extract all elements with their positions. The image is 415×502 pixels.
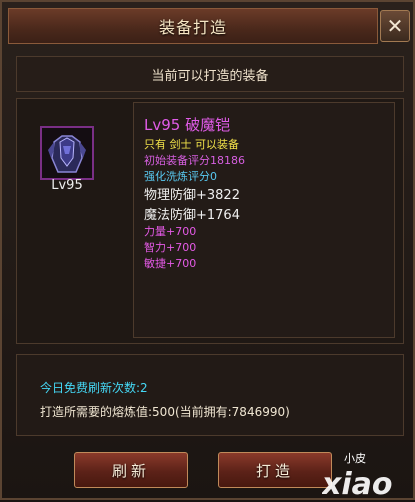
item-bonus-strength: 力量+700	[144, 225, 197, 238]
item-stat-physical-defense: 物理防御+3822	[144, 188, 240, 203]
item-restriction: 只有 剑士 可以装备	[144, 138, 239, 151]
forge-cost: 打造所需要的熔炼值:500(当前拥有:7846990)	[40, 405, 290, 419]
close-x-icon: ✕	[386, 14, 404, 38]
item-base-score: 初始装备评分18186	[144, 154, 245, 167]
watermark-small-text: 小皮	[344, 452, 366, 465]
free-refresh-count: 今日免费刷新次数:2	[40, 381, 148, 395]
watermark-logo: 小皮 xiao	[322, 452, 393, 502]
item-bonus-agility: 敏捷+700	[144, 257, 197, 270]
item-bonus-intelligence: 智力+700	[144, 241, 197, 254]
subtitle-bar: 当前可以打造的装备	[16, 56, 404, 92]
item-name: Lv95 破魔铠	[144, 116, 231, 134]
subtitle-text: 当前可以打造的装备	[151, 68, 269, 84]
close-button[interactable]: ✕	[380, 10, 410, 42]
refresh-button[interactable]: 刷新	[74, 452, 188, 488]
item-refine-score: 强化洗炼评分0	[144, 170, 217, 183]
item-slot[interactable]	[40, 126, 94, 180]
forge-button[interactable]: 打造	[218, 452, 332, 488]
title-bar: 装备打造	[8, 8, 378, 44]
armor-icon	[42, 128, 92, 178]
item-level-label: Lv95	[51, 178, 83, 193]
forge-panel: 装备打造 ✕ 当前可以打造的装备 Lv95 Lv95 破魔铠 只有 剑士 可以装…	[0, 0, 415, 502]
watermark-large-text: xiao	[322, 467, 393, 502]
item-stat-magic-defense: 魔法防御+1764	[144, 208, 240, 223]
window-title: 装备打造	[158, 18, 227, 37]
